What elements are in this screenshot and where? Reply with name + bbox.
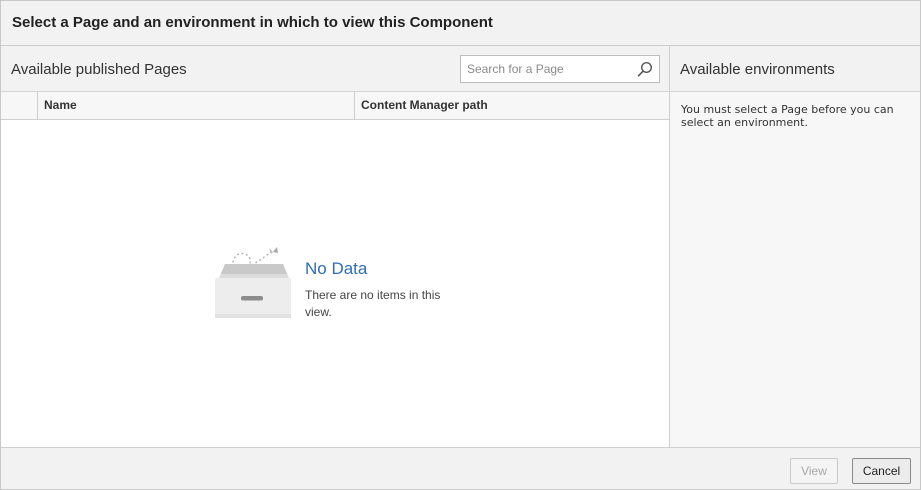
view-button[interactable]: View [790,458,838,484]
environments-pane-title: Available environments [680,61,835,78]
environments-pane: Available environments You must select a… [670,46,920,447]
environments-pane-header: Available environments [670,46,920,92]
page-search-box[interactable] [460,55,660,83]
select-page-dialog: Select a Page and an environment in whic… [0,0,921,490]
pages-grid-header: Name Content Manager path [1,92,669,120]
empty-state-message: There are no items in this view. [305,288,441,319]
empty-state: No Data There are no items in this view. [213,244,473,334]
empty-state-title: No Data [305,259,368,278]
pages-pane-header: Available published Pages [1,46,669,92]
dialog-title-bar: Select a Page and an environment in whic… [1,1,920,46]
pages-pane-title: Available published Pages [11,61,187,78]
search-icon[interactable] [637,61,653,77]
select-column-header[interactable] [1,92,38,119]
empty-box-icon [215,247,291,318]
path-column-header[interactable]: Content Manager path [355,92,669,119]
pages-pane: Available published Pages Name Content M… [1,46,670,447]
environments-message: You must select a Page before you can se… [681,103,894,129]
dialog-title: Select a Page and an environment in whic… [12,14,493,31]
name-column-header[interactable]: Name [38,92,355,119]
page-search-input[interactable] [461,56,631,82]
cancel-button[interactable]: Cancel [852,458,911,484]
dialog-footer: View Cancel [1,447,920,489]
